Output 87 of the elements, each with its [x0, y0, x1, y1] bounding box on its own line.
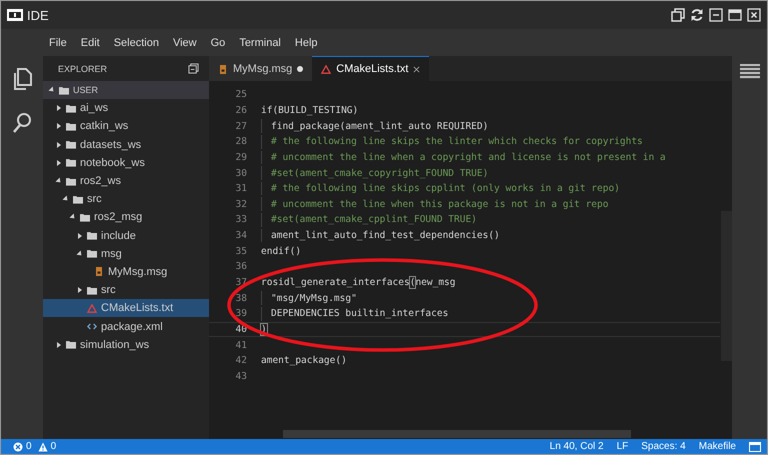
warning-count[interactable]: 0 [50, 441, 56, 452]
code-text: endif() [261, 246, 302, 257]
line-number: 43 [234, 370, 247, 382]
menu-item[interactable]: Help [294, 36, 318, 48]
status-item[interactable]: Makefile [698, 441, 736, 452]
collapse-all-icon[interactable] [188, 63, 199, 74]
tree-item[interactable]: simulation_ws [43, 336, 209, 354]
tree-root-item[interactable]: USER [43, 81, 209, 100]
line-number: 38 [234, 292, 247, 304]
triangle-icon [321, 64, 332, 74]
panel-icon[interactable] [749, 442, 761, 452]
code-comment: #set(ament_cmake_cpplint_FOUND TRUE) [271, 214, 477, 226]
files-icon[interactable] [12, 68, 32, 90]
line-number: 32 [234, 198, 247, 210]
restore-icon[interactable] [671, 8, 685, 22]
menu-item[interactable]: Edit [80, 36, 100, 48]
line-number: 36 [234, 261, 247, 272]
tree-item[interactable]: catkin_ws [43, 117, 209, 136]
tree-item[interactable]: msg [43, 244, 209, 263]
tree-item[interactable]: notebook_ws [43, 154, 209, 172]
refresh-icon[interactable] [690, 8, 704, 22]
tree-item[interactable]: src [43, 190, 209, 208]
code-comment: # uncomment the line when a copyright and license is not present in a [271, 152, 666, 163]
tree-item[interactable]: CMakeLists.txt [43, 299, 209, 318]
matching-bracket: ( [410, 277, 416, 288]
line-number: 28 [234, 136, 247, 148]
line-number: 41 [234, 340, 247, 351]
line-number: 42 [234, 355, 247, 366]
tree-item[interactable]: datasets_ws [43, 136, 209, 154]
code-text: ament_package() [261, 355, 347, 366]
status-item[interactable]: Ln 40, Col 2 [550, 441, 604, 452]
code-text: DEPENDENCIES builtin_interfaces [271, 308, 448, 320]
code-text: rosidl_generate_interfaces [261, 277, 410, 288]
line-number: 26 [234, 104, 247, 116]
search-icon[interactable] [12, 112, 32, 134]
logo-icon [7, 9, 23, 21]
line-number: 37 [234, 277, 247, 288]
line-number: 31 [234, 183, 247, 194]
error-icon[interactable] [13, 442, 23, 452]
code-text: find_package(ament_lint_auto REQUIRED) [271, 120, 488, 132]
folder-icon [87, 286, 97, 295]
line-number: 30 [234, 168, 247, 179]
line-number: 34 [234, 230, 247, 242]
code-text: "msg/MyMsg.msg" [271, 292, 357, 304]
triangle-icon [87, 304, 97, 313]
error-count[interactable]: 0 [26, 441, 32, 452]
line-number: 33 [234, 214, 247, 226]
code-comment: #set(ament_cmake_copyright_FOUND TRUE) [271, 168, 488, 179]
warning-icon[interactable] [38, 442, 48, 452]
code-text: ament_lint_auto_find_test_dependencies() [271, 230, 500, 242]
line-number: 35 [234, 246, 247, 257]
line-number: 25 [234, 89, 247, 100]
file-icon [94, 267, 104, 276]
code-icon [87, 322, 97, 332]
tree-item[interactable]: ai_ws [43, 99, 209, 118]
code-comment: # the following line skips the linter which checks for copyrights [271, 136, 643, 148]
tree-item[interactable]: include [43, 226, 209, 245]
line-number: 39 [234, 308, 247, 320]
tree-item[interactable]: MyMsg.msg [43, 262, 209, 282]
tree-item[interactable]: ros2_msg [43, 208, 209, 226]
maximize-icon[interactable] [728, 8, 742, 22]
horizontal-scrollbar[interactable] [283, 430, 631, 438]
menu-item[interactable]: Go [210, 36, 226, 48]
menu-item[interactable]: Selection [114, 36, 159, 48]
menu-item[interactable]: Terminal [239, 36, 281, 48]
menu-item[interactable]: View [172, 36, 197, 48]
tree-item[interactable]: package.xml [43, 317, 209, 336]
editor-tab[interactable]: MyMsg.msg [209, 56, 312, 81]
list-icon[interactable] [740, 64, 760, 80]
folder-icon [66, 340, 76, 350]
minimize-icon[interactable] [709, 8, 723, 22]
line-number: 29 [234, 152, 247, 163]
code-comment: # uncomment the line when this package is not in a git repo [271, 198, 608, 210]
tree-item[interactable]: ros2_ws [43, 172, 209, 190]
code-text: new_msg [415, 277, 456, 288]
menu-item[interactable]: File [49, 36, 67, 48]
explorer-title: EXPLORER [58, 64, 108, 74]
editor-tab[interactable]: CMakeLists.txt [312, 56, 430, 81]
status-item[interactable]: Spaces: 4 [641, 441, 686, 452]
file-icon [218, 64, 228, 74]
close-icon[interactable] [413, 66, 420, 72]
code-comment: # the following line skips cpplint (only works in a git repo) [271, 183, 620, 194]
code-text: if(BUILD_TESTING) [261, 104, 358, 116]
status-item[interactable]: LF [616, 441, 628, 452]
window-title: IDE [27, 8, 49, 22]
tree-item[interactable]: src [43, 281, 209, 300]
line-number: 27 [234, 120, 247, 132]
